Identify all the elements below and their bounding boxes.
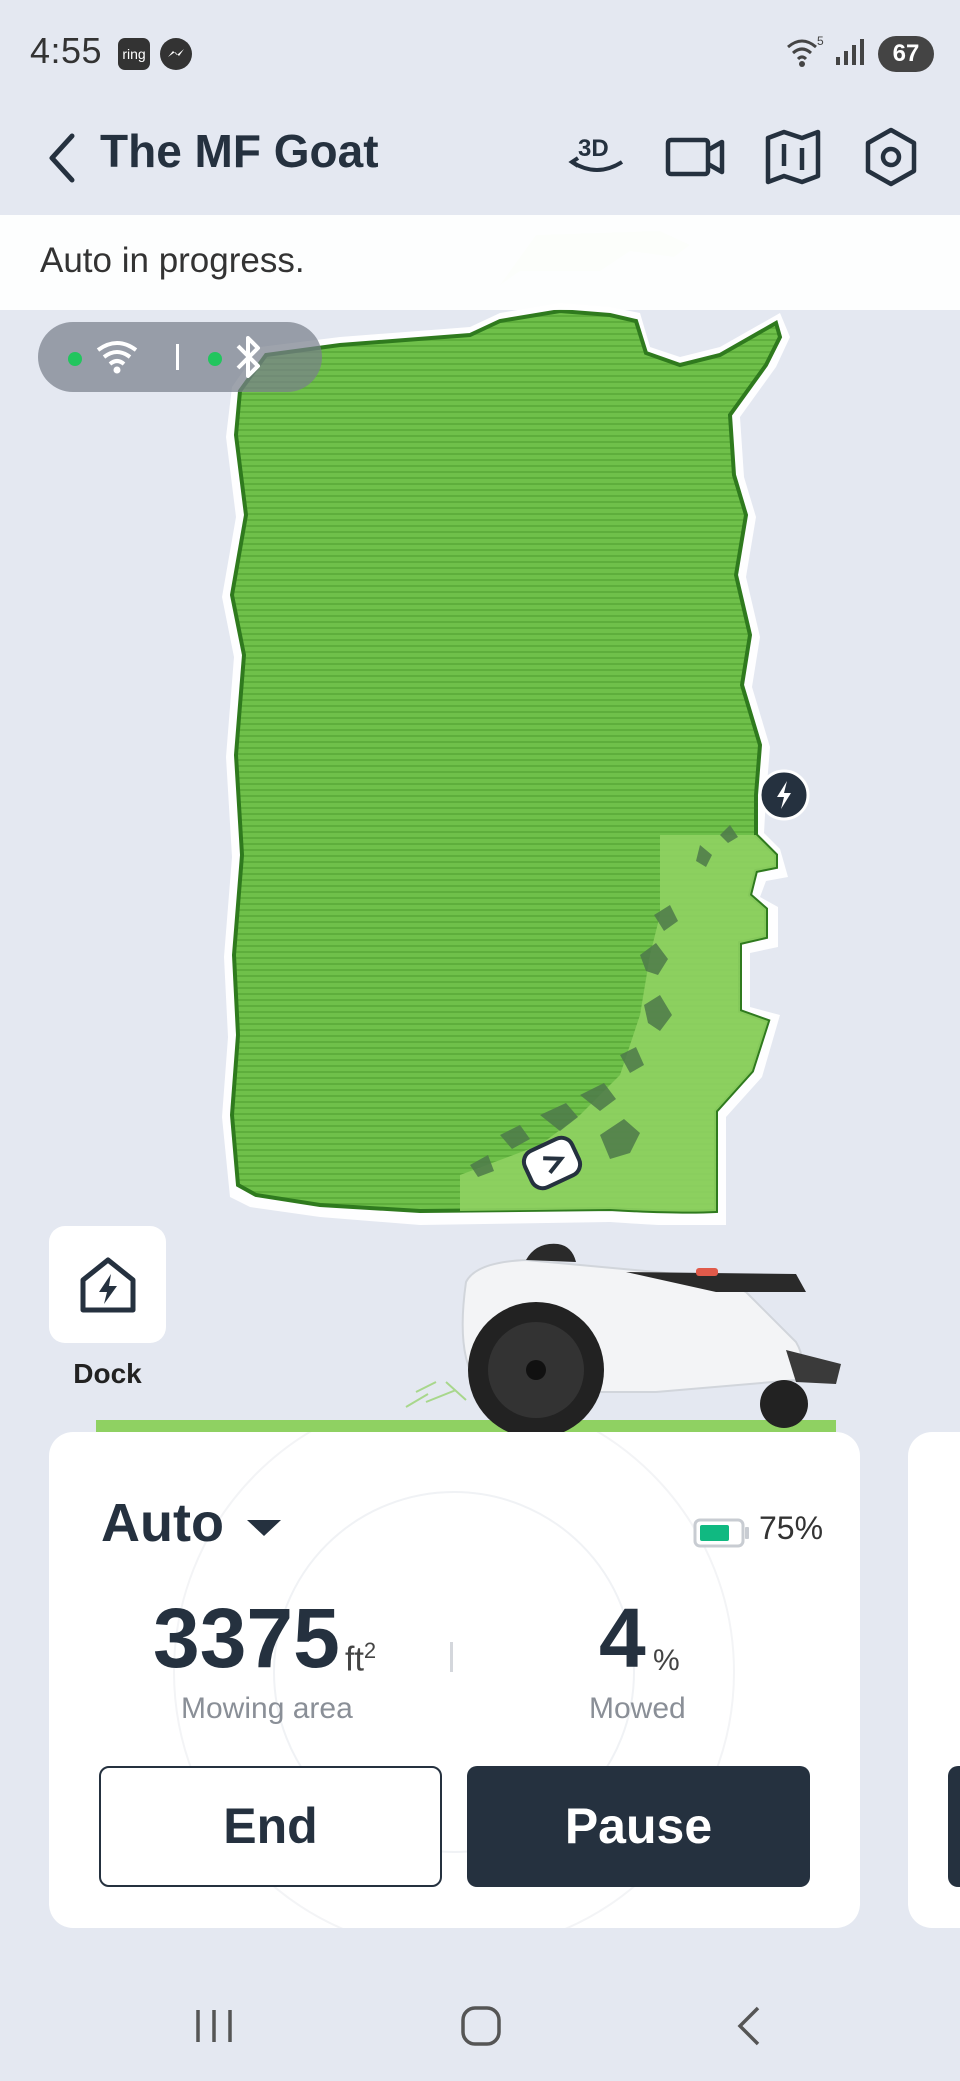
grass-strip <box>96 1420 836 1432</box>
mowed-label: Mowed <box>589 1692 686 1725</box>
back-nav-icon <box>737 2006 760 2046</box>
mode-selector[interactable]: Auto <box>101 1492 224 1554</box>
bluetooth-icon <box>236 336 260 378</box>
bluetooth-connected-dot <box>208 352 222 366</box>
home-button[interactable] <box>451 1996 511 2056</box>
status-right: 5 67 <box>784 34 934 74</box>
app-header: The MF Goat 3D <box>0 100 960 215</box>
wifi-badge: 5 <box>817 35 824 48</box>
mower-illustration <box>96 1232 846 1438</box>
conn-divider <box>176 344 179 370</box>
next-card-button[interactable] <box>948 1766 960 1887</box>
settings-icon <box>865 127 917 187</box>
recent-apps-button[interactable] <box>184 1996 244 2056</box>
status-time: 4:55 <box>30 30 103 71</box>
connection-status <box>38 322 322 392</box>
next-card-peek[interactable] <box>908 1432 960 1928</box>
pause-button[interactable]: Pause <box>467 1766 810 1887</box>
recent-apps-icon <box>196 2010 232 2042</box>
chevron-down-icon <box>247 1520 281 1536</box>
map-icon <box>765 129 821 185</box>
area-unit-sup: 2 <box>363 1638 377 1663</box>
stats-divider <box>450 1642 453 1672</box>
camera-button[interactable] <box>664 126 726 188</box>
home-icon <box>461 2006 501 2046</box>
signal-icon <box>834 37 868 72</box>
3d-label: 3D <box>578 135 609 162</box>
settings-button[interactable] <box>860 126 922 188</box>
back-nav-button[interactable] <box>720 1996 780 2056</box>
battery-status: 67 <box>878 36 934 72</box>
status-bar: 4:55 ring 5 67 <box>0 0 960 100</box>
3d-view-icon: 3D <box>568 135 624 172</box>
wifi-icon <box>96 341 138 374</box>
mowed-value: 4 <box>599 1591 646 1685</box>
wifi-connected-dot <box>68 352 82 366</box>
end-button[interactable]: End <box>99 1766 442 1887</box>
battery-icon <box>693 1518 749 1548</box>
camera-icon <box>665 137 725 177</box>
mowing-area-value: 3375 <box>153 1591 340 1685</box>
mowing-area-label: Mowing area <box>181 1692 353 1725</box>
wifi-status-icon: 5 <box>784 34 824 74</box>
mowing-control-card: Auto 75% 3375 ft2 Mowing area 4 % Mowed … <box>49 1432 860 1928</box>
system-nav-bar <box>0 1970 960 2081</box>
mowing-area-unit: ft2 <box>345 1638 377 1679</box>
back-button[interactable] <box>42 130 82 186</box>
status-banner-text: Auto in progress. <box>40 241 305 280</box>
mower-image <box>96 1243 841 1438</box>
messenger-notification-icon <box>160 38 192 70</box>
charging-station-marker <box>758 769 810 821</box>
mowed-unit: % <box>653 1644 680 1677</box>
ring-notification-icon: ring <box>118 38 150 70</box>
battery-fill <box>700 1525 729 1541</box>
battery-percent: 75% <box>759 1510 824 1546</box>
map-button[interactable] <box>762 126 824 188</box>
3d-view-button[interactable]: 3D <box>566 126 628 188</box>
status-banner: Auto in progress. <box>0 215 960 310</box>
page-title: The MF Goat <box>100 125 379 177</box>
back-icon <box>49 133 75 183</box>
